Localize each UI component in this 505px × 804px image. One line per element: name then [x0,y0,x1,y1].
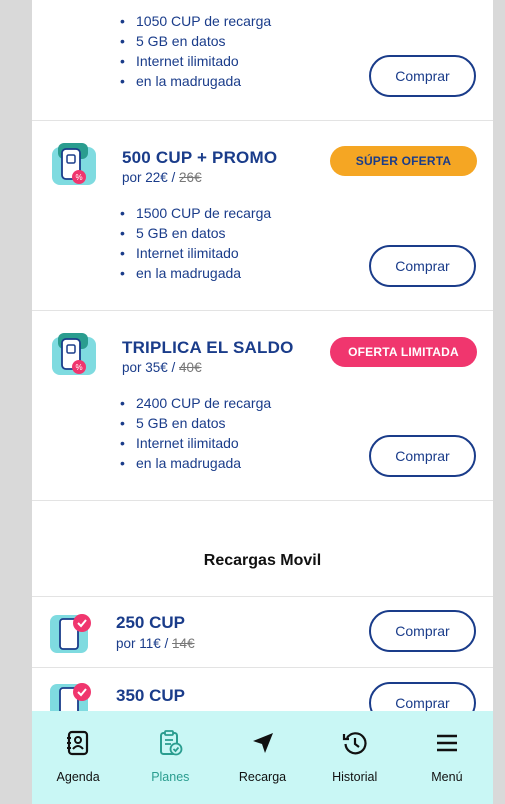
buy-button[interactable]: Comprar [369,55,476,97]
plan-price-old: 40€ [179,360,202,375]
mobile-recharge-row: 250 CUP por 11€ / 14€ Comprar [32,597,493,667]
divider [32,500,493,501]
plan-bullet-cont: en la madrugada [120,453,271,473]
plan-bullet: Internet ilimitado [120,433,271,453]
plans-panel: 1050 CUP de recarga 5 GB en datos Intern… [32,0,493,804]
clipboard-check-icon [156,729,184,762]
promo-plan-card: % 500 CUP + PROMO por 22€ / 26€ SÚPER OF… [32,121,493,310]
promo-plan-card: % TRIPLICA EL SALDO por 35€ / 40€ OFERTA… [32,311,493,500]
plan-bullet-cont: en la madrugada [120,263,271,283]
nav-item-menu[interactable]: Menú [401,711,493,804]
history-icon [341,729,369,762]
plan-bullet: Internet ilimitado [120,243,271,263]
section-title: Recargas Movil [203,552,322,569]
nav-item-agenda[interactable]: Agenda [32,711,124,804]
bottom-nav: Agenda Planes Recarga Historial Menú [32,711,493,804]
send-arrow-icon [249,729,277,762]
hamburger-menu-icon [433,729,461,762]
plan-bullet-cont: en la madrugada [120,71,271,91]
nav-label: Planes [151,770,190,784]
phone-recharge-icon: % [50,331,98,379]
nav-item-recarga[interactable]: Recarga [216,711,308,804]
plan-bullet: 5 GB en datos [120,31,271,51]
plan-bullet: 1500 CUP de recarga [120,203,271,223]
buy-button[interactable]: Comprar [369,245,476,287]
plan-bullets: 1500 CUP de recarga 5 GB en datos Intern… [120,203,271,283]
buy-button[interactable]: Comprar [369,435,476,477]
plan-price-current: por 22€ / [122,170,180,185]
contact-book-icon [64,729,92,762]
svg-text:%: % [75,363,82,372]
plan-bullets: 1050 CUP de recarga 5 GB en datos Intern… [120,11,271,91]
offer-badge: SÚPER OFERTA [330,146,477,176]
nav-item-planes[interactable]: Planes [124,711,216,804]
plan-price-old: 26€ [179,170,202,185]
nav-label: Historial [332,770,378,784]
plan-title: 500 CUP + PROMO [122,148,278,167]
offer-badge: OFERTA LIMITADA [330,337,477,367]
recharge-title: 350 CUP [116,686,185,705]
nav-label: Recarga [238,770,287,784]
promo-plan-card: 1050 CUP de recarga 5 GB en datos Intern… [32,0,493,120]
recharge-price-old: 14€ [172,636,195,651]
recharge-price-current: por 11€ / [116,636,173,651]
plan-bullet: 1050 CUP de recarga [120,11,271,31]
plan-price-current: por 35€ / [122,360,180,375]
nav-label: Menú [431,770,463,784]
plan-bullet: 5 GB en datos [120,223,271,243]
plan-title: TRIPLICA EL SALDO [122,338,294,357]
plan-bullet: Internet ilimitado [120,51,271,71]
plan-bullet: 5 GB en datos [120,413,271,433]
plan-bullet: 2400 CUP de recarga [120,393,271,413]
svg-text:%: % [75,173,82,182]
buy-button[interactable]: Comprar [369,610,476,652]
nav-label: Agenda [56,770,100,784]
mobile-check-icon [50,611,94,655]
plan-price: por 35€ / 40€ [122,360,202,375]
plan-price: por 22€ / 26€ [122,170,202,185]
phone-recharge-icon: % [50,141,98,189]
nav-item-historial[interactable]: Historial [309,711,401,804]
plan-bullets: 2400 CUP de recarga 5 GB en datos Intern… [120,393,271,473]
recharge-title: 250 CUP [116,613,185,632]
recharge-price: por 11€ / 14€ [116,636,195,651]
